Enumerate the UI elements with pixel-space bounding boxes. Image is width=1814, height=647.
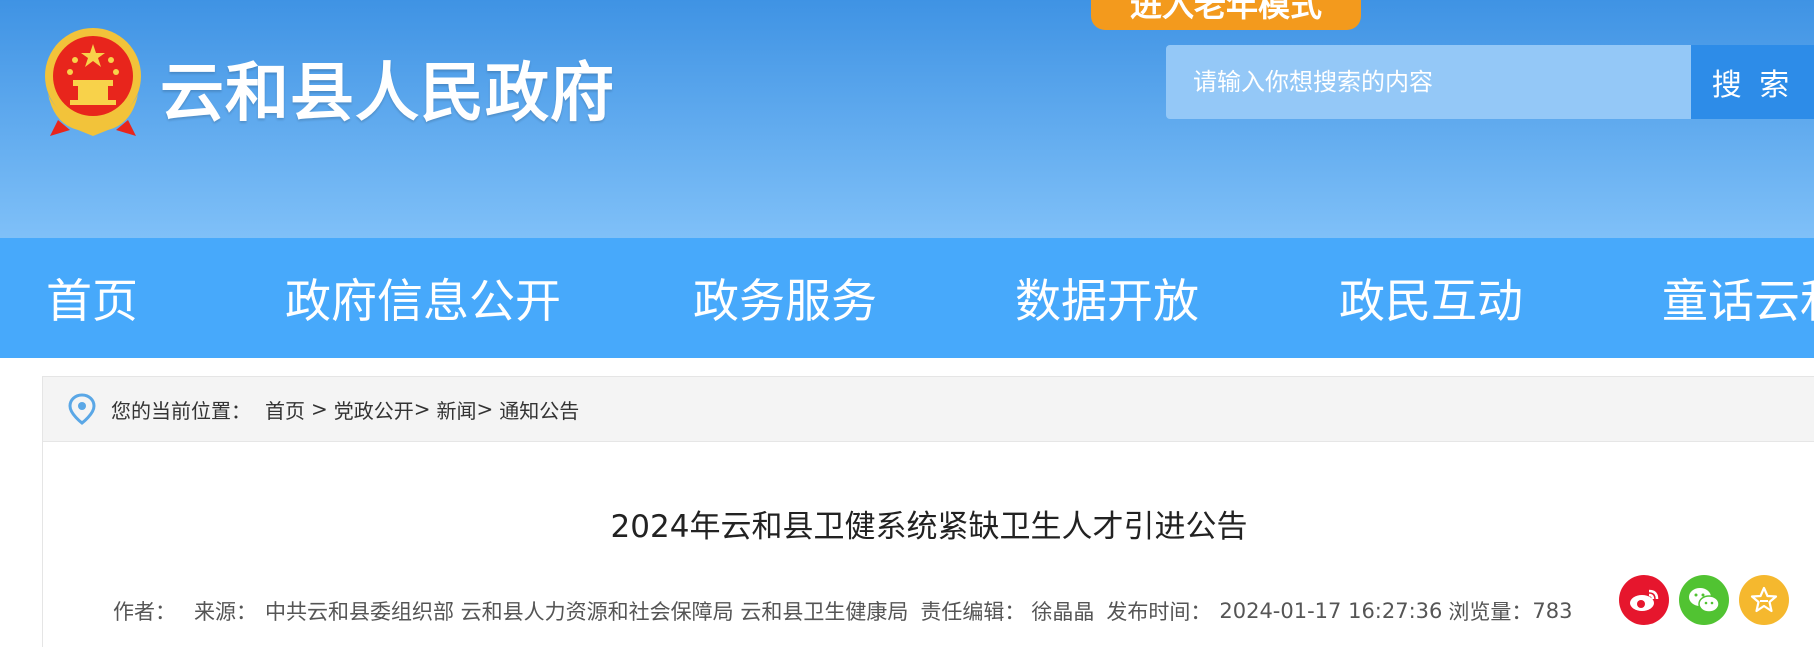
site-header: 云和县人民政府 进入老年模式 搜 索 [0,0,1814,238]
breadcrumb-separator: > [413,397,431,421]
breadcrumb-trail: 您的当前位置： 首页 > 党政公开 > 新闻 > 通知公告 [111,377,579,441]
elder-mode-button[interactable]: 进入老年模式 [1091,0,1361,30]
breadcrumb-separator: > [311,397,328,421]
author-label: 作者： [113,600,176,624]
publish-time-value: 2024-01-17 16:27:36 [1219,599,1443,623]
article-container: 您的当前位置： 首页 > 党政公开 > 新闻 > 通知公告 2024年云和县卫健… [42,376,1814,647]
breadcrumb-item-party-gov[interactable]: 党政公开 [334,395,414,424]
editor-label: 责任编辑： [920,600,1026,624]
nav-item-gov-service[interactable]: 政务服务 [693,238,877,358]
publish-time-label: 发布时间： [1106,600,1212,624]
editor-value: 徐晶晶 [1031,600,1095,624]
page: 云和县人民政府 进入老年模式 搜 索 首页 政府信息公开 政务服务 数据开放 政… [0,0,1814,647]
wechat-icon [1689,588,1720,613]
nav-item-fairytale-yunhe[interactable]: 童话云和 [1662,238,1814,358]
nav-item-home[interactable]: 首页 [46,238,138,358]
location-pin-icon [68,393,96,425]
favorite-button[interactable] [1739,575,1789,625]
site-title: 云和县人民政府 [160,57,615,131]
breadcrumb-item-news[interactable]: 新闻 [437,395,477,424]
weibo-icon [1630,589,1659,611]
share-weibo-button[interactable] [1619,575,1669,625]
share-wechat-button[interactable] [1679,575,1729,625]
views-label: 浏览量： [1448,600,1533,624]
main-nav: 首页 政府信息公开 政务服务 数据开放 政民互动 童话云和 [0,238,1814,358]
nav-item-open-data[interactable]: 数据开放 [1015,238,1199,358]
breadcrumb-item-home[interactable]: 首页 [265,395,305,424]
views-value: 783 [1532,599,1573,623]
breadcrumb-separator: > [476,397,494,421]
article-meta: 作者： 来源： 中共云和县委组织部 云和县人力资源和社会保障局 云和县卫生健康局… [113,591,1573,631]
nav-item-interaction[interactable]: 政民互动 [1339,238,1523,358]
source-label: 来源： [194,600,257,624]
search-input[interactable] [1166,45,1691,119]
breadcrumb-item-notices[interactable]: 通知公告 [499,395,579,424]
nav-item-gov-info[interactable]: 政府信息公开 [285,238,561,358]
source-value: 中共云和县委组织部 云和县人力资源和社会保障局 云和县卫生健康局 [265,600,909,624]
breadcrumb: 您的当前位置： 首页 > 党政公开 > 新闻 > 通知公告 [43,377,1814,442]
star-icon [1750,586,1778,613]
national-emblem-icon [45,28,141,136]
article-title: 2024年云和县卫健系统紧缺卫生人才引进公告 [610,509,1248,545]
search-button[interactable]: 搜 索 [1691,45,1814,119]
breadcrumb-prefix: 您的当前位置： [111,398,251,423]
